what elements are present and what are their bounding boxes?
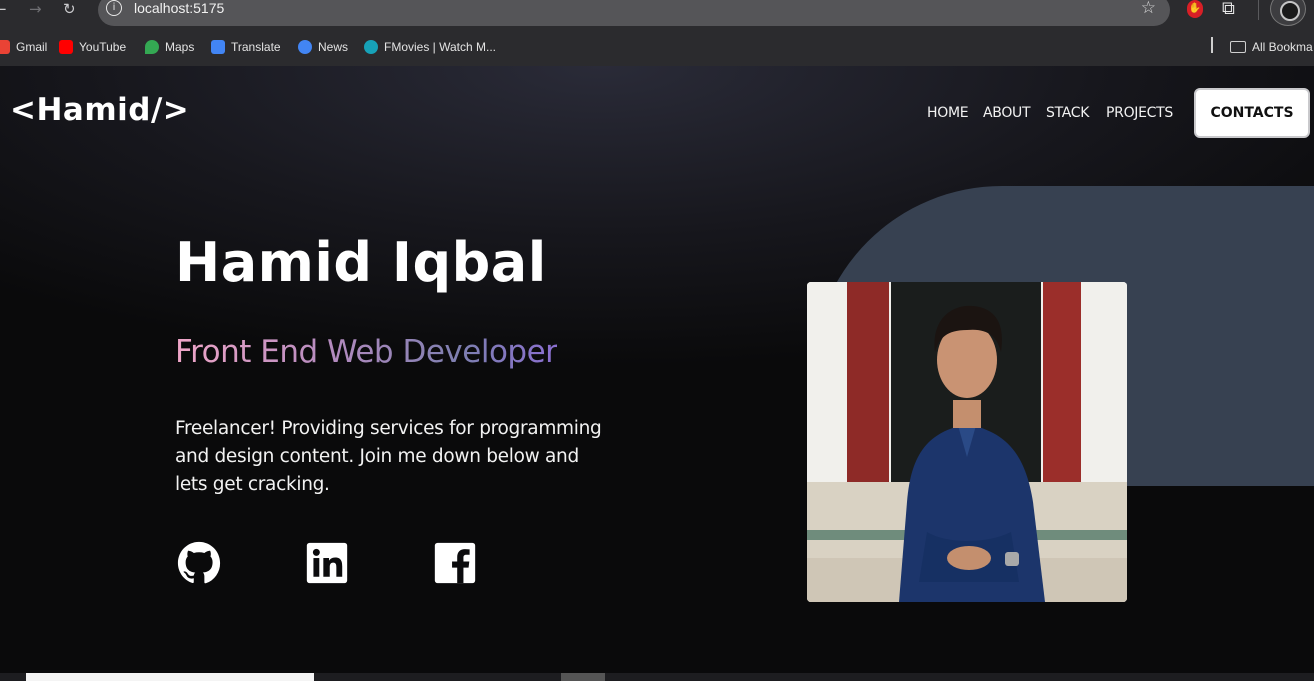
taskbar-app-button[interactable]	[561, 673, 605, 681]
fmovies-icon	[364, 40, 378, 54]
taskbar-search[interactable]	[26, 673, 314, 681]
nav-about[interactable]: ABOUT	[983, 105, 1031, 121]
contacts-button[interactable]: CONTACTS	[1194, 88, 1310, 138]
youtube-icon	[59, 40, 73, 54]
bookmark-gmail[interactable]: Gmail	[0, 38, 47, 56]
profile-photo	[807, 282, 1127, 602]
nav-stack[interactable]: STACK	[1046, 105, 1089, 121]
bookmark-youtube[interactable]: YouTube	[59, 38, 126, 56]
bookmark-label: YouTube	[79, 40, 127, 54]
bookmark-label: Maps	[165, 40, 195, 54]
browser-toolbar: ← → ↻ i localhost:5175 ☆ ✋ ⧉	[0, 0, 1314, 28]
folder-icon	[1230, 41, 1246, 53]
reload-icon[interactable]: ↻	[63, 0, 76, 18]
hero-role: Front End Web Developer	[175, 334, 558, 370]
forward-icon[interactable]: →	[29, 0, 42, 18]
bookmark-maps[interactable]: Maps	[145, 38, 194, 56]
hero-description: Freelancer! Providing services for progr…	[175, 418, 602, 495]
nav-home[interactable]: HOME	[927, 105, 969, 121]
bookmark-fmovies[interactable]: FMovies | Watch M...	[364, 38, 496, 56]
news-icon	[298, 40, 312, 54]
bookmark-star-icon[interactable]: ☆	[1141, 0, 1156, 18]
bookmarks-bar: Gmail YouTube Maps Translate News FMovie…	[0, 28, 1314, 66]
portfolio-page: <Hamid/> HOME ABOUT STACK PROJECTS CONTA…	[0, 66, 1314, 673]
toolbar-divider	[1258, 0, 1259, 20]
nav-projects[interactable]: PROJECTS	[1106, 105, 1173, 121]
site-logo[interactable]: <Hamid/>	[10, 92, 189, 128]
address-url[interactable]: localhost:5175	[134, 0, 224, 16]
hero-name: Hamid Iqbal	[175, 231, 547, 294]
github-icon[interactable]	[177, 541, 221, 585]
bookmarks-divider	[1211, 37, 1213, 53]
maps-icon	[145, 40, 159, 54]
all-bookmarks[interactable]: All Bookma	[1230, 38, 1313, 56]
translate-icon	[211, 40, 225, 54]
bookmark-label: FMovies | Watch M...	[384, 40, 497, 54]
extensions-puzzle-icon[interactable]: ⧉	[1222, 0, 1235, 19]
bookmark-label: Gmail	[16, 40, 48, 54]
facebook-icon[interactable]	[433, 541, 477, 585]
back-icon[interactable]: ←	[0, 0, 7, 18]
address-bar[interactable]: i localhost:5175 ☆	[98, 0, 1170, 26]
bookmark-label: News	[318, 40, 349, 54]
extension-icon[interactable]: ✋	[1187, 0, 1203, 18]
bookmark-translate[interactable]: Translate	[211, 38, 281, 56]
profile-avatar[interactable]	[1270, 0, 1306, 26]
bookmark-news[interactable]: News	[298, 38, 348, 56]
all-bookmarks-label: All Bookma	[1252, 40, 1313, 54]
bookmark-label: Translate	[231, 40, 281, 54]
linkedin-icon[interactable]	[305, 541, 349, 585]
site-info-icon[interactable]: i	[106, 0, 122, 16]
gmail-icon	[0, 40, 10, 54]
